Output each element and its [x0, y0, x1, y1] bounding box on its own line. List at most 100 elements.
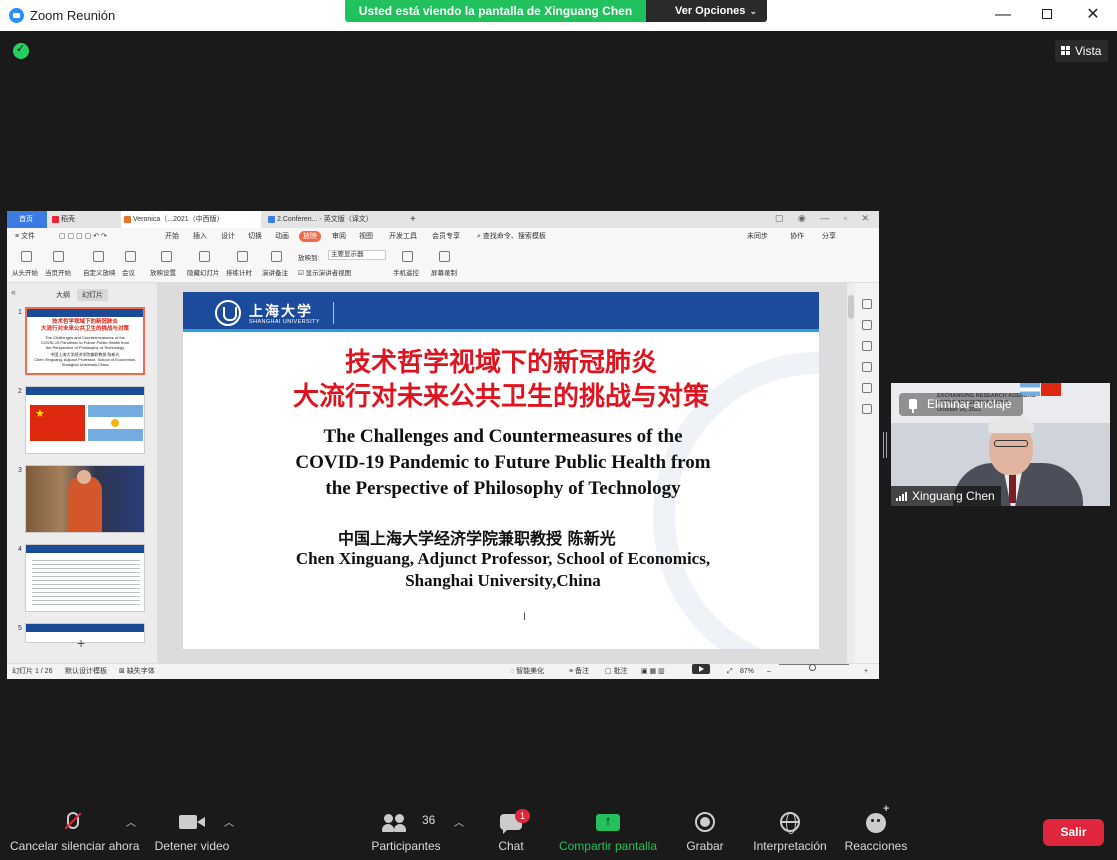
share-button[interactable]: 分享 — [822, 228, 836, 245]
stop-video-button[interactable]: Detener video — [152, 806, 232, 853]
menu-member[interactable]: 会员专享 — [432, 228, 460, 245]
current-slide[interactable]: 上海大学 SHANGHAI UNIVERSITY 技术哲学视域下的新冠肺炎 大流… — [183, 292, 819, 649]
zoom-level[interactable]: 87% — [740, 664, 754, 679]
menu-animation[interactable]: 动画 — [275, 228, 289, 245]
globe-icon — [780, 812, 800, 834]
close-button[interactable]: ✕ — [1070, 0, 1116, 31]
tab-slides[interactable]: 幻灯片 — [76, 289, 108, 301]
zoom-in-icon[interactable]: + — [864, 664, 868, 679]
add-slide-button[interactable]: + — [77, 635, 85, 651]
reactions-button[interactable]: Reacciones — [844, 803, 908, 853]
play-slideshow-button[interactable] — [692, 664, 710, 674]
smiley-add-icon — [866, 803, 889, 833]
collapse-pane-icon[interactable]: « — [11, 287, 16, 297]
participant-video-tile[interactable]: EXCHANGING RESEARCH AGENDASENTRE ARGENTI… — [891, 383, 1110, 506]
menu-design[interactable]: 设计 — [221, 228, 235, 245]
video-options-caret[interactable]: ︿ — [224, 814, 234, 829]
record-button[interactable]: Grabar — [682, 806, 728, 853]
collaborate-button[interactable]: 协作 — [790, 228, 804, 245]
view-options-button[interactable]: Ver Opciones ⌄ — [646, 0, 767, 22]
leave-button[interactable]: Salir — [1043, 819, 1104, 846]
tool-icon[interactable] — [862, 299, 872, 309]
menu-developer[interactable]: 开发工具 — [389, 228, 417, 245]
new-tab-button[interactable]: + — [407, 211, 421, 228]
speaker-notes[interactable]: 演讲备注 — [262, 267, 288, 277]
menu-file[interactable]: ≡ 文件 — [15, 228, 35, 245]
show-settings[interactable]: 放映设置 — [150, 267, 176, 277]
split-resize-handle[interactable] — [883, 432, 887, 458]
chevron-down-icon: ⌄ — [749, 6, 757, 16]
rehearse-timing[interactable]: 排练计时 — [226, 267, 252, 277]
doc-icon — [268, 216, 275, 223]
smart-beautify[interactable]: ◌ 智能美化 — [510, 664, 544, 679]
comments-toggle[interactable]: ▢ 批注 — [605, 664, 628, 679]
hide-slide[interactable]: 隐藏幻灯片 — [187, 267, 220, 277]
slide-thumbnail-4[interactable] — [25, 544, 145, 612]
thumb-header — [26, 624, 144, 632]
sync-status[interactable]: 未同步 — [747, 228, 768, 245]
menu-slideshow[interactable]: 放映 — [299, 231, 321, 242]
thumb-title-en: The Challenges and Countermeasures of th… — [27, 335, 143, 367]
slide-thumbnail-1[interactable]: 技术哲学视域下的新冠肺炎 大流行对未来公共卫生的挑战与对策 The Challen… — [25, 307, 145, 375]
video-camera-icon — [179, 815, 205, 829]
encryption-shield-icon[interactable] — [13, 42, 29, 59]
play-current[interactable]: 当页开始 — [45, 267, 71, 277]
thumb-text-line: the Perspective of Philosophy of Technol… — [45, 345, 125, 350]
template-name[interactable]: 默认设计模板 — [65, 664, 107, 679]
command-search[interactable]: ⌕ 查找命令、搜索模板 — [477, 228, 546, 245]
audio-options-caret[interactable]: ︿ — [126, 814, 136, 829]
wps-tab-label: 稻壳 — [61, 216, 75, 223]
menu-transition[interactable]: 切换 — [248, 228, 262, 245]
view-mode-icons[interactable]: ▣ ▦ ▥ — [641, 664, 665, 679]
slide-thumbnail-3[interactable] — [25, 465, 145, 533]
rehearse-icon — [237, 251, 248, 262]
fit-icon[interactable]: ⤢ — [727, 664, 733, 679]
menu-view[interactable]: 视图 — [359, 228, 373, 245]
maximize-button[interactable] — [1024, 0, 1070, 31]
zoom-slider-knob[interactable] — [809, 664, 816, 671]
thumb-number: 5 — [18, 625, 22, 632]
wps-tab-presentation[interactable]: Veronica（...2021（中西版） — [121, 211, 261, 228]
phone-remote[interactable]: 手机遥控 — [393, 267, 419, 277]
wps-tab-document[interactable]: 2.Conferen... - 英文版（译文） — [265, 211, 395, 228]
missing-font[interactable]: ⊠ 缺失字体 — [119, 664, 155, 679]
share-screen-label: Compartir pantalla — [558, 839, 658, 853]
tool-icon[interactable] — [862, 404, 872, 414]
meeting[interactable]: 会议 — [122, 267, 135, 277]
display-select[interactable]: 主要显示器 — [328, 250, 386, 260]
interpretation-button[interactable]: Interpretación — [750, 806, 830, 853]
notes-toggle[interactable]: ≡ 备注 — [569, 664, 589, 679]
vertical-scrollbar[interactable] — [847, 283, 855, 663]
slide-thumbnail-2[interactable] — [25, 386, 145, 454]
tool-icon[interactable] — [862, 341, 872, 351]
zoom-out-icon[interactable]: – — [767, 664, 771, 679]
minimize-button[interactable]: — — [980, 0, 1026, 31]
tool-icon[interactable] — [862, 383, 872, 393]
shared-screen[interactable]: 首页 稻壳 Veronica（...2021（中西版） 2.Conferen..… — [7, 211, 879, 679]
quick-access-icons[interactable]: ▢ ▢ ▢ ▢ ↶ ↷ — [59, 228, 107, 245]
menu-insert[interactable]: 插入 — [193, 228, 207, 245]
view-button[interactable]: Vista — [1055, 40, 1108, 62]
slide-author-en-line2: Shanghai University,China — [405, 571, 601, 590]
custom-show-icon — [93, 251, 104, 262]
mute-button[interactable]: Cancelar silenciar ahora — [10, 806, 139, 853]
tool-icon[interactable] — [862, 320, 872, 330]
menu-home[interactable]: 开始 — [165, 228, 179, 245]
wps-tab-docer[interactable]: 稻壳 — [49, 211, 119, 228]
wps-tab-home[interactable]: 首页 — [7, 211, 47, 228]
custom-show[interactable]: 自定义放映 — [83, 267, 116, 277]
participants-options-caret[interactable]: ︿ — [454, 814, 464, 829]
menu-review[interactable]: 审阅 — [332, 228, 346, 245]
china-flag — [1041, 383, 1061, 396]
presenter-view-label: 显示演讲者视图 — [305, 270, 352, 277]
menu-file-label: 文件 — [21, 233, 36, 240]
share-screen-button[interactable]: Compartir pantalla — [556, 806, 660, 853]
tab-outline[interactable]: 大纲 — [51, 289, 75, 301]
tool-icon[interactable] — [862, 362, 872, 372]
participant-tie — [1009, 473, 1016, 503]
unpin-button[interactable]: Eliminar anclaje — [899, 393, 1023, 416]
play-from-start[interactable]: 从头开始 — [12, 267, 38, 277]
wps-window-controls[interactable]: ▢ ◉ — ▫ ✕ — [775, 213, 875, 224]
presenter-view-checkbox[interactable]: ☑ 显示演讲者视图 — [298, 267, 351, 277]
screen-record[interactable]: 屏幕录制 — [431, 267, 457, 277]
